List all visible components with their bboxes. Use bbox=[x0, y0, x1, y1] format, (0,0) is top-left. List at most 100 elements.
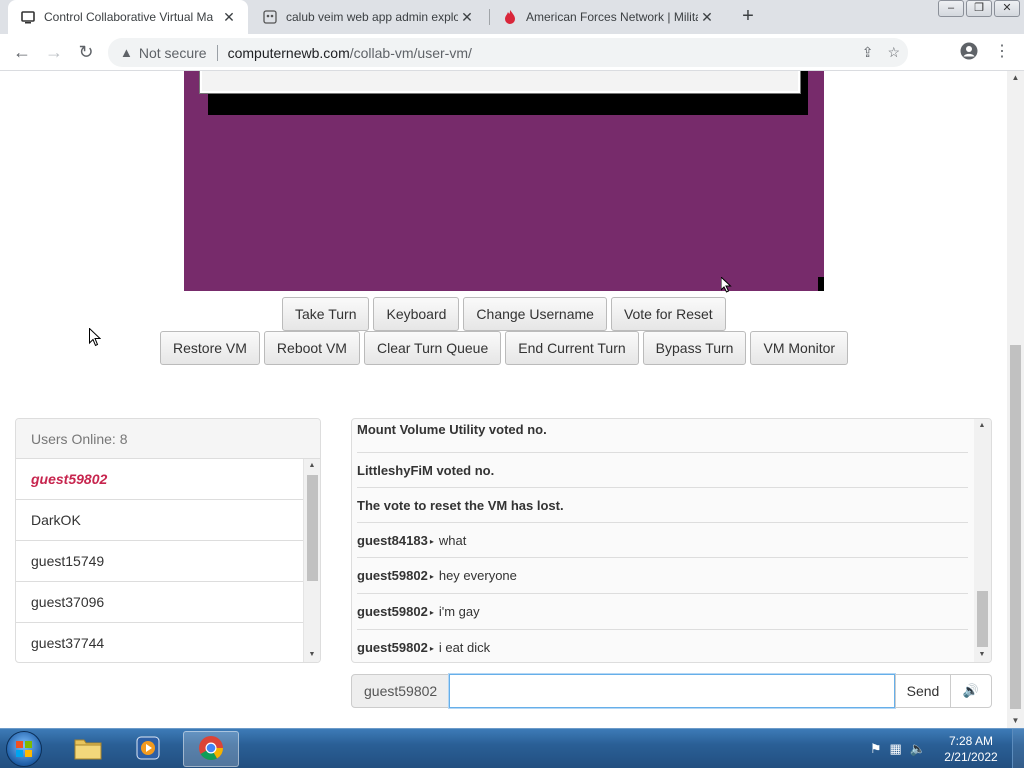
end-current-turn-button[interactable]: End Current Turn bbox=[505, 331, 639, 365]
folder-icon bbox=[73, 735, 103, 764]
forward-icon[interactable]: → bbox=[42, 40, 66, 64]
explorer-taskbar-button[interactable] bbox=[60, 731, 116, 767]
scroll-up-icon[interactable]: ▲ bbox=[1007, 71, 1024, 85]
tab-title: Control Collaborative Virtual Ma bbox=[44, 10, 214, 24]
chat-username[interactable]: guest59802 bbox=[357, 568, 428, 583]
mouse-cursor-icon bbox=[89, 327, 102, 351]
users-list: guest59802 DarkOK guest15749 guest37096 … bbox=[16, 459, 304, 662]
close-window-icon[interactable]: ✕ bbox=[994, 0, 1020, 17]
new-tab-icon[interactable]: + bbox=[737, 5, 759, 27]
chat-scrollbar[interactable]: ▲ ▼ bbox=[974, 419, 991, 662]
bookmark-star-icon[interactable]: ☆ bbox=[887, 44, 900, 61]
tab-collab-vm[interactable]: Control Collaborative Virtual Ma ✕ bbox=[8, 0, 248, 34]
network-icon[interactable]: ▦ bbox=[890, 741, 902, 757]
chat-system-message: LittleshyFiM voted no. bbox=[357, 453, 968, 488]
browser-toolbar: ← → ↻ ▲ Not secure computernewb.com/coll… bbox=[0, 34, 1024, 71]
scroll-down-icon[interactable]: ▼ bbox=[974, 648, 990, 662]
chat-input[interactable] bbox=[448, 673, 896, 709]
minimize-icon[interactable]: – bbox=[938, 0, 964, 17]
chat-username[interactable]: guest84183 bbox=[357, 533, 428, 548]
bypass-turn-button[interactable]: Bypass Turn bbox=[642, 331, 747, 365]
reboot-vm-button[interactable]: Reboot VM bbox=[263, 331, 360, 365]
scroll-down-icon[interactable]: ▼ bbox=[304, 648, 320, 662]
change-username-button[interactable]: Change Username bbox=[463, 297, 607, 331]
user-list-item[interactable]: DarkOK bbox=[16, 500, 304, 541]
chat-input-row: guest59802 Send 🔊 bbox=[351, 673, 992, 709]
chat-messages: Mount Volume Utility voted no. Littleshy… bbox=[352, 419, 974, 662]
show-desktop-button[interactable] bbox=[1012, 729, 1024, 768]
vm-monitor-button[interactable]: VM Monitor bbox=[750, 331, 849, 365]
vm-logo-icon bbox=[20, 9, 36, 25]
tab-afn[interactable]: American Forces Network | Milita ✕ bbox=[490, 0, 726, 34]
url-host: computernewb.com bbox=[227, 44, 350, 61]
users-scrollbar[interactable]: ▲ ▼ bbox=[303, 459, 320, 662]
chat-text: i eat dick bbox=[438, 640, 491, 655]
chat-arrow-icon: ▸ bbox=[429, 608, 434, 618]
scroll-down-icon[interactable]: ▼ bbox=[1007, 714, 1024, 728]
users-scroll-thumb[interactable] bbox=[307, 475, 318, 581]
globe-icon bbox=[262, 9, 278, 25]
tab-search[interactable]: calub veim web app admin explo ✕ bbox=[250, 0, 486, 34]
flame-icon bbox=[502, 9, 518, 25]
chat-panel: Mount Volume Utility voted no. Littleshy… bbox=[351, 418, 992, 663]
close-icon[interactable]: ✕ bbox=[220, 9, 238, 26]
chat-username[interactable]: guest59802 bbox=[357, 604, 428, 619]
speaker-icon: 🔊 bbox=[962, 683, 980, 698]
close-icon[interactable]: ✕ bbox=[698, 9, 716, 26]
address-bar[interactable]: ▲ Not secure computernewb.com/collab-vm/… bbox=[108, 38, 908, 67]
window-controls: – ❐ ✕ bbox=[938, 0, 1020, 17]
users-online-header: Users Online: 8 bbox=[16, 419, 320, 459]
sound-toggle-button[interactable]: 🔊 bbox=[951, 674, 992, 708]
media-player-taskbar-button[interactable] bbox=[120, 731, 176, 767]
taskbar-clock[interactable]: 7:28 AM 2/21/2022 bbox=[936, 733, 1006, 765]
chrome-taskbar-button[interactable] bbox=[183, 731, 239, 767]
vm-controls-row-2: Restore VM Reboot VM Clear Turn Queue En… bbox=[160, 331, 849, 365]
vm-corner-block bbox=[818, 277, 824, 291]
chat-text: hey everyone bbox=[438, 568, 517, 583]
chat-arrow-icon: ▸ bbox=[429, 572, 434, 582]
volume-icon[interactable]: 🔈 bbox=[910, 741, 926, 757]
vm-display[interactable] bbox=[184, 71, 824, 293]
chat-scroll-thumb[interactable] bbox=[977, 591, 988, 647]
chat-system-message: The vote to reset the VM has lost. bbox=[357, 488, 968, 523]
profile-icon[interactable] bbox=[959, 42, 979, 62]
address-divider bbox=[216, 44, 218, 61]
users-online-panel: Users Online: 8 guest59802 DarkOK guest1… bbox=[15, 418, 321, 663]
vm-dialog-window bbox=[199, 71, 801, 94]
close-icon[interactable]: ✕ bbox=[458, 9, 476, 26]
share-icon[interactable]: ⇪ bbox=[862, 44, 874, 61]
vm-controls-row-1: Take Turn Keyboard Change Username Vote … bbox=[282, 297, 726, 331]
scroll-up-icon[interactable]: ▲ bbox=[974, 419, 990, 433]
back-icon[interactable]: ← bbox=[10, 40, 34, 64]
user-list-item-self[interactable]: guest59802 bbox=[16, 459, 304, 500]
user-list-item[interactable]: guest37744 bbox=[16, 623, 304, 662]
send-button[interactable]: Send bbox=[895, 674, 951, 708]
tab-title: American Forces Network | Milita bbox=[526, 10, 698, 24]
scroll-up-icon[interactable]: ▲ bbox=[304, 459, 320, 473]
take-turn-button[interactable]: Take Turn bbox=[282, 297, 370, 331]
restore-vm-button[interactable]: Restore VM bbox=[160, 331, 260, 365]
chat-message: guest59802 ▸ i eat dick bbox=[357, 630, 968, 662]
chat-message: guest84183 ▸ what bbox=[357, 523, 968, 558]
page-scrollbar[interactable]: ▲ ▼ bbox=[1007, 71, 1024, 728]
clock-time: 7:28 AM bbox=[948, 734, 994, 748]
action-center-flag-icon[interactable]: ⚑ bbox=[870, 741, 882, 757]
browser-tab-strip: Control Collaborative Virtual Ma ✕ calub… bbox=[0, 0, 1024, 34]
vote-for-reset-button[interactable]: Vote for Reset bbox=[610, 297, 726, 331]
chat-username[interactable]: guest59802 bbox=[357, 640, 428, 655]
user-list-item[interactable]: guest15749 bbox=[16, 541, 304, 582]
start-button[interactable] bbox=[6, 731, 42, 767]
page-viewport: Take Turn Keyboard Change Username Vote … bbox=[0, 71, 1007, 728]
windows-taskbar: ⚑ ▦ 🔈 7:28 AM 2/21/2022 bbox=[0, 728, 1024, 768]
menu-kebab-icon[interactable]: ⋮ bbox=[992, 42, 1012, 62]
chat-arrow-icon: ▸ bbox=[429, 644, 434, 654]
media-player-icon bbox=[134, 734, 162, 765]
keyboard-button[interactable]: Keyboard bbox=[373, 297, 460, 331]
user-list-item[interactable]: guest37096 bbox=[16, 582, 304, 623]
reload-icon[interactable]: ↻ bbox=[74, 40, 98, 64]
clear-turn-queue-button[interactable]: Clear Turn Queue bbox=[363, 331, 502, 365]
mouse-cursor-icon bbox=[720, 275, 732, 297]
security-label: Not secure bbox=[138, 44, 207, 61]
restore-icon[interactable]: ❐ bbox=[966, 0, 992, 17]
page-scroll-thumb[interactable] bbox=[1010, 345, 1021, 709]
